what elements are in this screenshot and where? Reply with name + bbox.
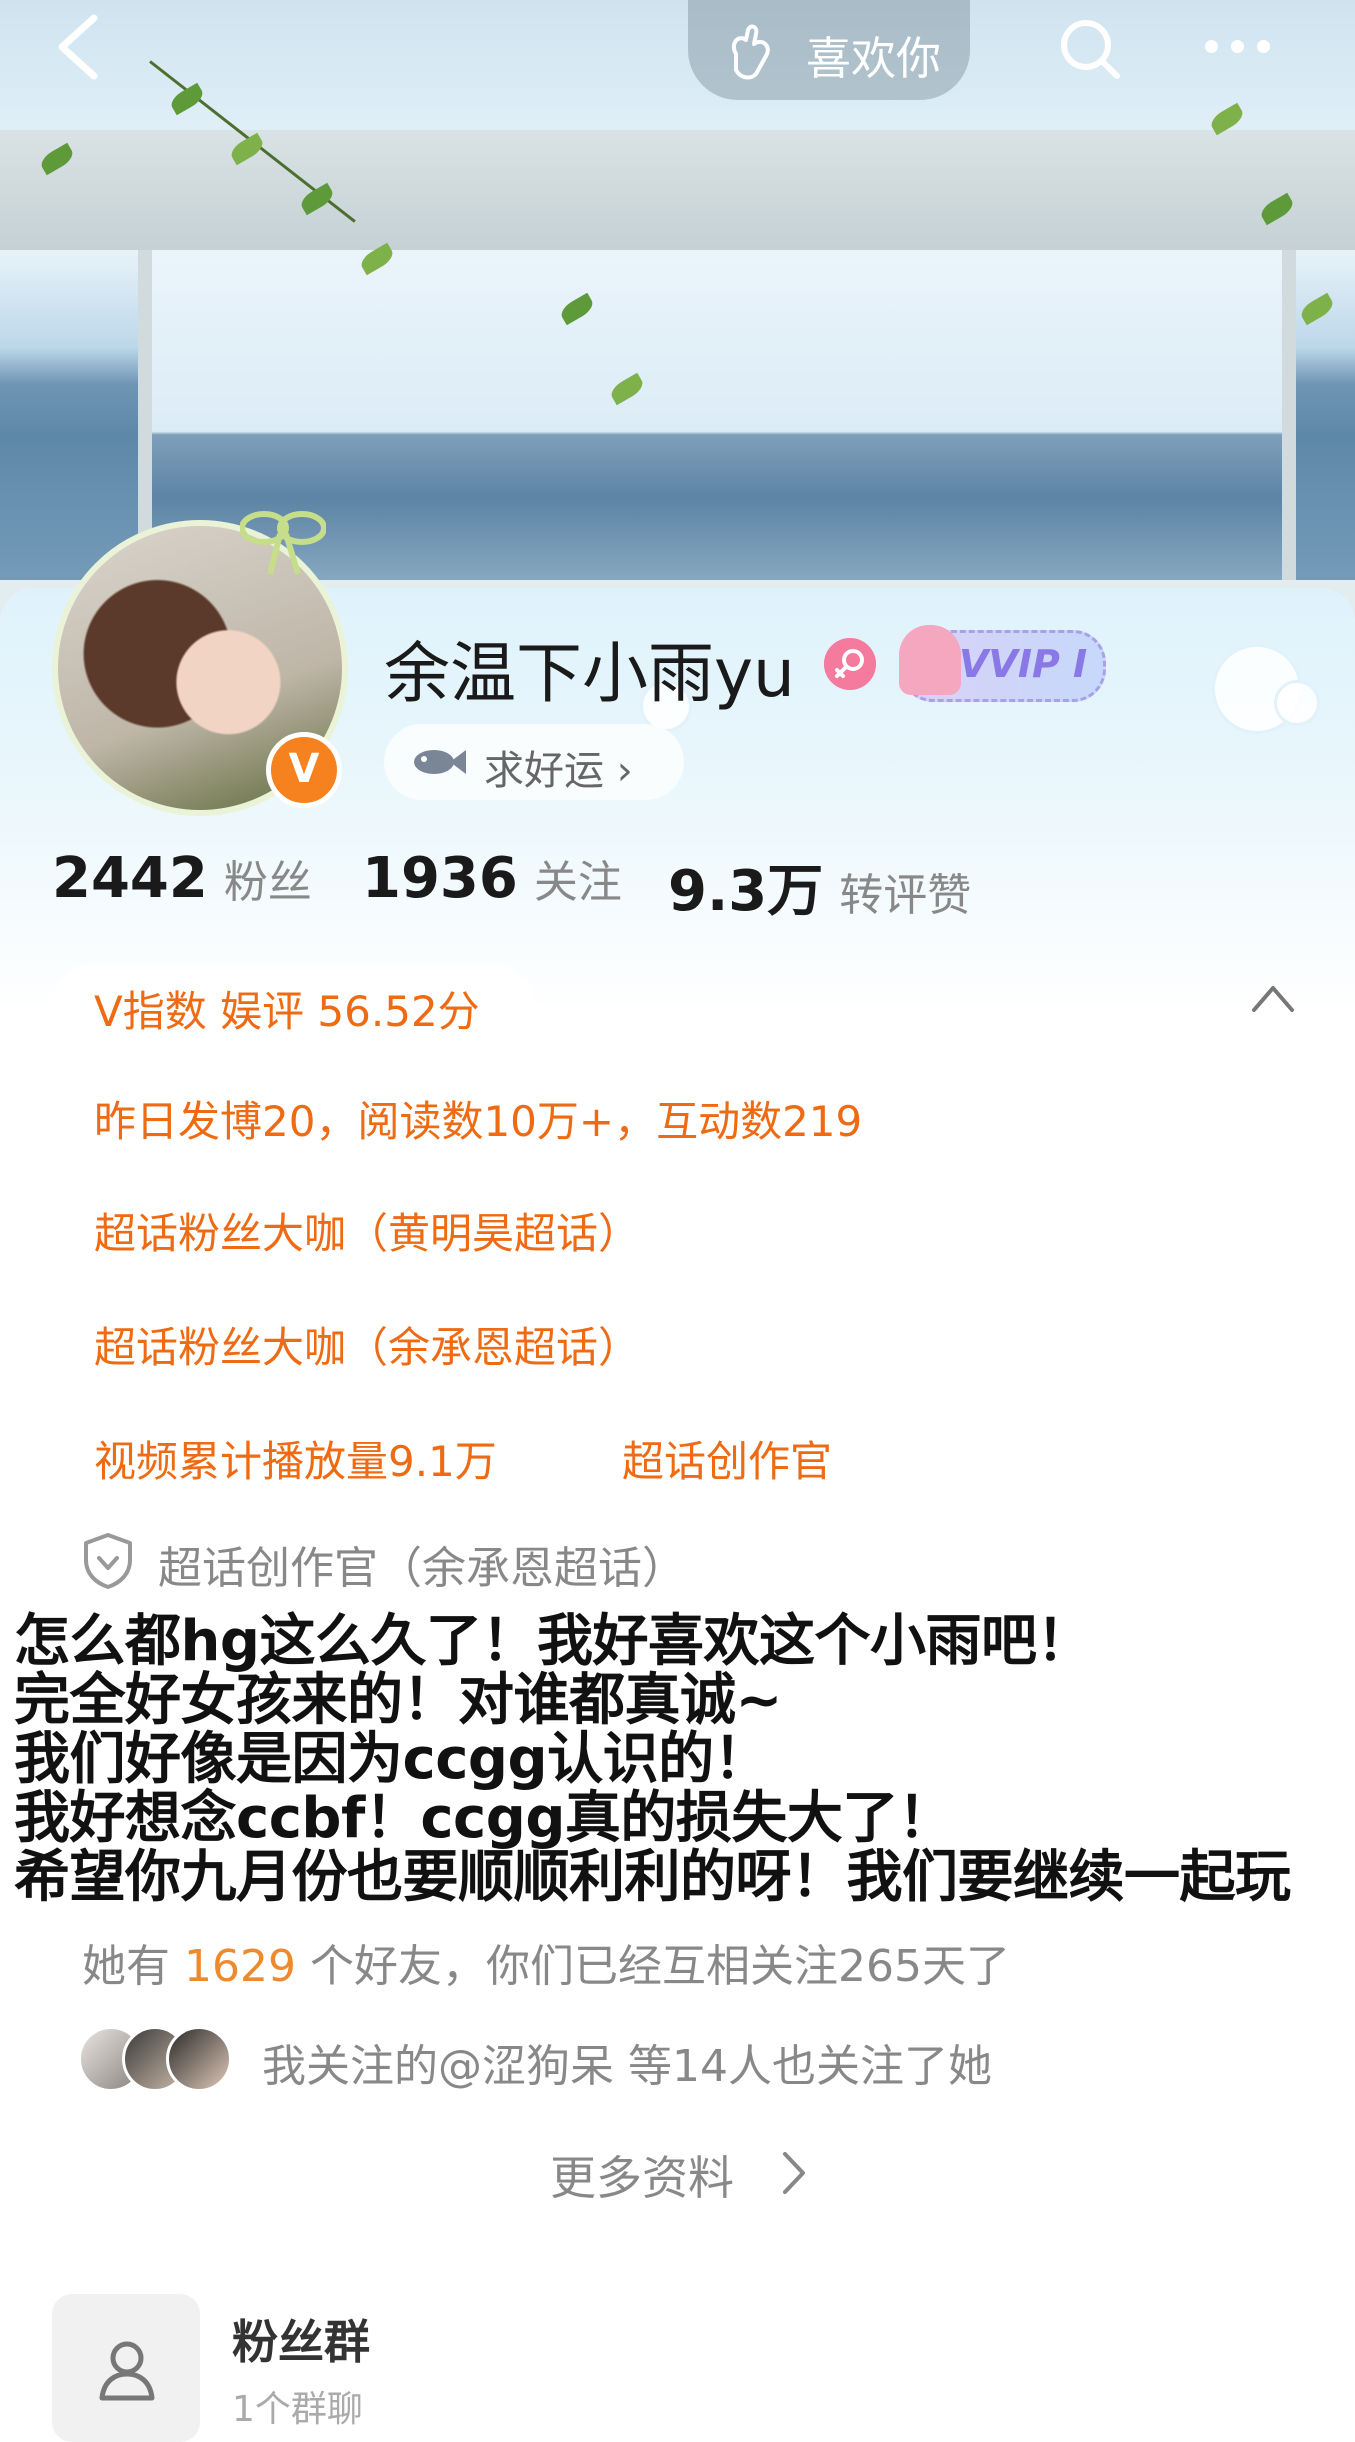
stat-value: 2442 [52,846,208,911]
chevron-up-icon[interactable] [1248,980,1298,1016]
friends-suffix: 个好友，你们已经互相关注265天了 [295,1941,1010,1992]
fan-group-subtitle: 1个群聊 [232,2389,363,2430]
bow-decoration-icon [240,511,326,575]
honor-line: 昨日发博20，阅读数10万+，互动数219 [94,1097,863,1146]
username: 余温下小雨yu [384,635,795,712]
caption-line: 完全好女孩来的！对谁都真诚~ [14,1668,782,1733]
honor-line: 视频累计播放量9.1万 [94,1437,497,1486]
like-you-label: 喜欢你 [806,32,942,85]
status-label: 求好运 › [484,748,633,794]
stat-following[interactable]: 1936 关注 [362,846,622,911]
group-icon [99,2341,155,2401]
more-icon[interactable] [1205,40,1275,56]
more-info-link[interactable]: 更多资料 [550,2142,734,2208]
shield-icon [84,1533,132,1589]
stat-label: 关注 [533,857,622,908]
like-you-button[interactable]: 喜欢你 [688,0,970,100]
stat-label: 粉丝 [223,857,312,908]
stat-label: 转评赞 [839,870,972,921]
vip-label: VVIP I [959,642,1088,686]
friends-summary: 她有 1629 个好友，你们已经互相关注265天了 [82,1930,1010,1994]
window-frame [0,130,1355,250]
back-icon[interactable] [50,12,110,82]
bear-icon [899,625,961,695]
honor-line[interactable]: 超话创作官 [622,1428,832,1489]
stat-followers[interactable]: 2442 粉丝 [52,846,312,911]
honor-line[interactable]: 超话粉丝大咖（余承恩超话） [94,1314,640,1375]
status-pill[interactable]: 求好运 › [384,724,684,800]
v-index-label: V指数 娱评 56.52分 [94,987,480,1036]
leaf [167,82,207,116]
caption-line: 怎么都hg这么久了！我好喜欢这个小雨吧！ [14,1609,1092,1674]
search-icon[interactable] [1055,14,1125,84]
mutual-followers-text: 我关注的@涩狗呆 等14人也关注了她 [262,2041,992,2092]
female-icon [824,638,876,690]
leaf [1297,292,1337,326]
heart-hand-icon [731,24,770,80]
friends-count[interactable]: 1629 [184,1941,296,1992]
vip-badge[interactable]: VVIP I [899,625,1106,702]
decor-bubble [1274,680,1320,726]
verified-badge: V [266,732,342,808]
creator-title: 超话创作官（余承恩超话） [158,1543,686,1594]
chevron-right-icon[interactable] [780,2150,808,2196]
v-index-pill[interactable]: V指数 娱评 56.52分 [54,964,534,1044]
stat-interactions[interactable]: 9.3万 转评赞 [668,846,971,927]
stat-value: 9.3万 [668,859,824,924]
caption-line: 我们好像是因为ccgg认识的！ [14,1727,770,1792]
caption-line: 我好想念ccbf！ccgg真的损失大了！ [14,1786,954,1851]
stats-row: 2442 粉丝 1936 关注 9.3万 转评赞 [0,846,1355,924]
overlay-caption: 怎么都hg这么久了！我好喜欢这个小雨吧！ 完全好女孩来的！对谁都真诚~ 我们好像… [14,1612,1344,1907]
avatar [166,2026,232,2092]
friends-prefix: 她有 [82,1941,184,1992]
stat-value: 1936 [362,846,518,911]
fish-icon [414,750,466,774]
fan-group-icon-box[interactable] [52,2294,200,2442]
fan-group-title[interactable]: 粉丝群 [232,2306,370,2372]
caption-line: 希望你九月份也要顺顺利利的呀！我们要继续一起玩 [14,1845,1291,1910]
honor-line[interactable]: 超话粉丝大咖（黄明昊超话） [94,1200,640,1261]
